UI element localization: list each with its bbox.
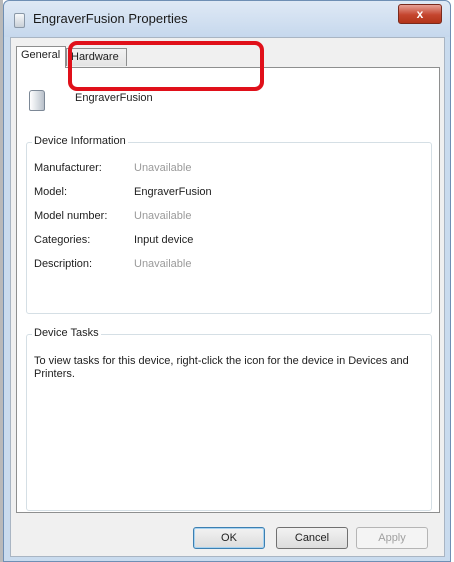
info-label: Manufacturer: — [34, 162, 102, 174]
info-value: Input device — [134, 234, 194, 246]
info-value: Unavailable — [134, 258, 192, 270]
info-label: Description: — [34, 258, 93, 270]
window-title: EngraverFusion Properties — [33, 11, 188, 26]
device-tasks-description: To view tasks for this device, right-cli… — [34, 355, 409, 380]
info-value: Unavailable — [134, 210, 192, 222]
close-button[interactable]: x — [398, 4, 442, 24]
info-value: EngraverFusion — [134, 186, 212, 198]
device-information-label: Device Information — [32, 135, 128, 147]
info-value: Unavailable — [134, 162, 192, 174]
cancel-button[interactable]: Cancel — [276, 527, 348, 549]
title-bar[interactable]: EngraverFusion Properties x — [4, 1, 450, 37]
apply-button[interactable]: Apply — [356, 527, 428, 549]
device-tasks-label: Device Tasks — [32, 327, 101, 339]
info-label: Model: — [34, 186, 68, 198]
device-tasks-group: Device Tasks To view tasks for this devi… — [26, 327, 432, 511]
info-label: Categories: — [34, 234, 91, 246]
info-label: Model number: — [34, 210, 108, 222]
device-information-group: Device Information Manufacturer: Unavail… — [26, 135, 432, 314]
general-tab-panel: EngraverFusion Device Information Manufa… — [16, 67, 440, 513]
tab-general[interactable]: General — [16, 46, 66, 68]
hardware-tab-highlight — [68, 41, 264, 91]
close-icon: x — [416, 7, 424, 21]
ok-button[interactable]: OK — [193, 527, 265, 549]
device-name: EngraverFusion — [75, 92, 153, 104]
dialog-client-area: General Hardware EngraverFusion Device I… — [10, 37, 445, 557]
device-icon — [29, 90, 45, 111]
device-title-icon — [14, 13, 25, 28]
